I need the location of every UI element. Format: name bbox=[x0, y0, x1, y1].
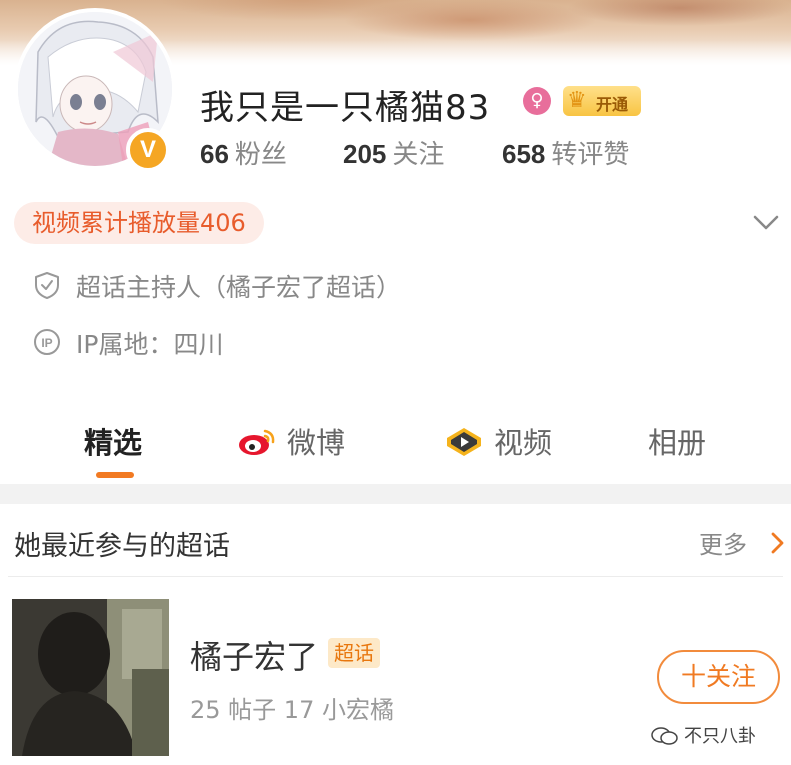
follow-button[interactable]: 十关注 bbox=[657, 650, 780, 704]
super-topic-meta: 25 帖子 17 小宏橘 bbox=[190, 696, 394, 724]
interactions-count: 658 bbox=[502, 139, 546, 169]
profile-tabs: 精选 微博 视频 相册 bbox=[0, 408, 791, 484]
female-gender-icon: ♀ bbox=[523, 87, 551, 115]
tab-video[interactable]: 视频 bbox=[444, 420, 552, 462]
interactions-stat[interactable]: 658 转评赞 bbox=[502, 134, 629, 171]
following-stat[interactable]: 205 关注 bbox=[343, 134, 444, 171]
interactions-label: 转评赞 bbox=[551, 140, 630, 170]
more-link[interactable]: 更多 bbox=[699, 525, 747, 560]
vip-open-label: 开通 bbox=[596, 95, 629, 114]
fans-label: 粉丝 bbox=[234, 140, 287, 170]
super-topic-photo bbox=[12, 599, 169, 756]
watermark: 不只八卦 bbox=[650, 722, 756, 747]
tab-weibo[interactable]: 微博 bbox=[237, 420, 345, 462]
tab-album[interactable]: 相册 bbox=[648, 420, 706, 462]
tab-video-label: 视频 bbox=[494, 426, 553, 460]
tab-featured[interactable]: 精选 bbox=[84, 420, 142, 462]
super-topics-heading: 她最近参与的超话 bbox=[14, 531, 230, 562]
tab-weibo-label: 微博 bbox=[287, 426, 346, 460]
divider bbox=[8, 576, 783, 577]
video-plays-pill[interactable]: 视频累计播放量406 bbox=[14, 202, 264, 244]
watermark-text: 不只八卦 bbox=[684, 726, 756, 747]
video-play-icon bbox=[447, 428, 481, 456]
super-topic-tag: 超话 bbox=[328, 638, 380, 668]
vip-open-button[interactable]: ♛ 开通 bbox=[563, 86, 641, 116]
fans-count: 66 bbox=[200, 139, 229, 169]
chevron-right-icon[interactable] bbox=[767, 530, 787, 556]
ip-location-row: IP IP属地：四川 bbox=[32, 325, 292, 359]
following-count: 205 bbox=[343, 139, 387, 169]
wechat-logo-icon bbox=[651, 727, 678, 745]
super-topic-thumbnail[interactable] bbox=[12, 599, 169, 756]
ip-location-text: IP属地：四川 bbox=[76, 330, 224, 359]
shield-icon bbox=[35, 272, 59, 299]
section-separator bbox=[0, 484, 791, 504]
crown-icon: ♛ bbox=[567, 88, 587, 113]
chevron-down-icon[interactable] bbox=[752, 210, 780, 234]
weibo-logo-icon bbox=[239, 429, 275, 455]
fans-stat[interactable]: 66 粉丝 bbox=[200, 134, 287, 171]
svg-text:IP: IP bbox=[41, 336, 52, 350]
host-role-row[interactable]: 超话主持人（橘子宏了超话） bbox=[32, 268, 452, 302]
host-role-text: 超话主持人（橘子宏了超话） bbox=[76, 273, 402, 302]
following-label: 关注 bbox=[392, 140, 445, 170]
ip-location-icon: IP bbox=[34, 329, 60, 355]
verified-badge-icon: V bbox=[126, 128, 170, 172]
active-tab-indicator bbox=[96, 472, 134, 478]
super-topic-name[interactable]: 橘子宏了 bbox=[190, 632, 318, 678]
profile-username: 我只是一只橘猫83 bbox=[200, 88, 491, 128]
